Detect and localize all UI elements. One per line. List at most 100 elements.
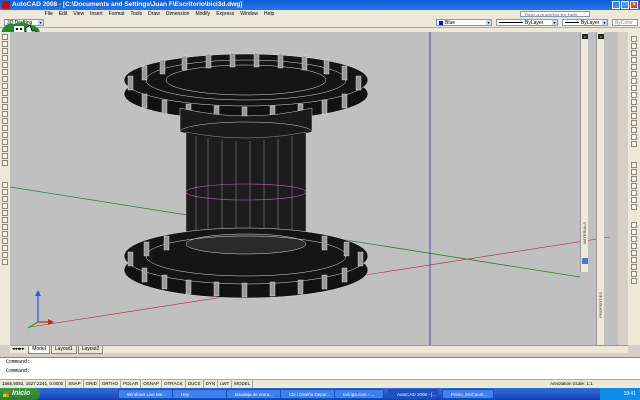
taskbar-item[interactable]: Primo_MoCount... [442,389,494,399]
menu-file[interactable]: File [42,10,56,18]
dyn-toggle[interactable]: DYN [204,380,219,388]
view-iso-icon[interactable] [631,257,637,263]
drawing-viewport[interactable] [10,32,618,345]
trim-icon[interactable] [631,99,637,105]
view-top-icon[interactable] [631,243,637,249]
properties-tab-label[interactable]: PROPERTIES [598,292,603,318]
grid-toggle[interactable]: GRID [84,380,100,388]
make-block-icon[interactable] [2,118,8,124]
hatch-icon[interactable] [2,132,8,138]
tab-model[interactable]: Model [28,346,50,354]
dim-angular-icon[interactable] [631,204,637,210]
line-tool-icon[interactable] [2,34,8,40]
scale-icon[interactable] [631,85,637,91]
ellipse-arc-icon[interactable] [2,104,8,110]
close-icon[interactable]: × [598,34,604,39]
taskbar-item[interactable]: Hey [172,389,232,399]
menu-window[interactable]: Window [237,10,261,18]
model-toggle[interactable]: MODEL [232,380,254,388]
explode-icon[interactable] [631,141,637,147]
menu-view[interactable]: View [70,10,87,18]
menu-express[interactable]: Express [213,10,237,18]
taskbar-item[interactable]: taringa.com - ... [334,389,384,399]
menu-tools[interactable]: Tools [127,10,145,18]
mirror-icon[interactable] [631,50,637,56]
menu-edit[interactable]: Edit [56,10,71,18]
offset-icon[interactable] [631,57,637,63]
tab-layout2[interactable]: Layout2 [77,346,104,354]
visual-style-icon[interactable] [631,229,637,235]
ellipse-icon[interactable] [2,97,8,103]
view-sw-icon[interactable] [631,264,637,270]
close-icon[interactable]: × [630,1,638,9]
dim-arc-icon[interactable] [631,176,637,182]
command-line[interactable]: Command: Command: [0,357,640,379]
dim-aligned-icon[interactable] [631,169,637,175]
snap-toggle[interactable]: SNAP [66,380,84,388]
osnap-toggle[interactable]: OSNAP [141,380,163,388]
view-ne-icon[interactable] [631,278,637,284]
erase-icon[interactable] [631,36,637,42]
clock[interactable]: 19:41 [623,391,636,397]
circle-icon[interactable] [2,76,8,82]
table-icon[interactable] [2,153,8,159]
menu-modify[interactable]: Modify [192,10,213,18]
start-button[interactable]: Inicio [0,388,40,400]
snap-endpoint-icon[interactable] [2,182,8,188]
polyline-icon[interactable] [2,48,8,54]
rectangle-icon[interactable] [2,62,8,68]
region-icon[interactable] [2,146,8,152]
plotstyle-select[interactable]: ByColor [612,19,638,26]
properties-palette[interactable]: × PROPERTIES [596,32,604,345]
multiline-text-icon[interactable] [2,160,8,166]
dim-ordinate-icon[interactable] [631,183,637,189]
snap-center-icon[interactable] [2,203,8,209]
taskbar-item[interactable]: Windows Live Me... [118,389,178,399]
taskbar-item-active[interactable]: AutoCAD 2008 - [... [388,389,438,399]
tab-layout1[interactable]: Layout1 [50,346,77,354]
arc-icon[interactable] [2,69,8,75]
menu-help[interactable]: Help [261,10,277,18]
palette-options-icon[interactable] [582,258,588,264]
view-front-icon[interactable] [631,250,637,256]
spline-icon[interactable] [2,90,8,96]
fillet-icon[interactable] [631,134,637,140]
color-select[interactable]: Blue ▾ [436,19,492,26]
minimize-icon[interactable]: _ [612,1,620,9]
ducs-toggle[interactable]: DUCS [186,380,204,388]
extend-icon[interactable] [631,106,637,112]
snap-nearest-icon[interactable] [2,245,8,251]
rotate-icon[interactable] [631,78,637,84]
point-icon[interactable] [2,125,8,131]
snap-settings-icon[interactable] [2,238,8,244]
dim-radius-icon[interactable] [631,190,637,196]
snap-insertion-icon[interactable] [2,259,8,265]
command-prompt[interactable]: Command: [0,367,640,376]
snap-perpendicular-icon[interactable] [2,224,8,230]
ortho-toggle[interactable]: ORTHO [100,380,121,388]
snap-node-icon[interactable] [2,252,8,258]
annotation-scale[interactable]: Annotation Scale: 1:1 [548,380,595,388]
snap-quadrant-icon[interactable] [2,210,8,216]
help-search-input[interactable]: Type a question for help [520,11,590,17]
array-icon[interactable] [631,64,637,70]
revcloud-icon[interactable] [2,83,8,89]
view-se-icon[interactable] [631,271,637,277]
materials-tab-label[interactable]: MATERIALS [582,222,587,244]
coordinate-readout[interactable]: 1565.9092, 1527.2241, 0.0000 [0,380,67,388]
insert-block-icon[interactable] [2,111,8,117]
maximize-icon[interactable]: □ [621,1,629,9]
materials-palette[interactable]: × MATERIALS [580,32,588,272]
snap-intersection-icon[interactable] [2,196,8,202]
stretch-icon[interactable] [631,92,637,98]
construction-line-icon[interactable] [2,41,8,47]
menu-draw[interactable]: Draw [145,10,163,18]
render-icon[interactable] [631,222,637,228]
snap-none-icon[interactable] [2,231,8,237]
copy-icon[interactable] [631,43,637,49]
lineweight-select[interactable]: ByLayer ▾ [562,19,608,26]
otrack-toggle[interactable]: OTRACK [162,380,186,388]
close-icon[interactable]: × [582,34,588,39]
menu-insert[interactable]: Insert [87,10,106,18]
join-icon[interactable] [631,120,637,126]
